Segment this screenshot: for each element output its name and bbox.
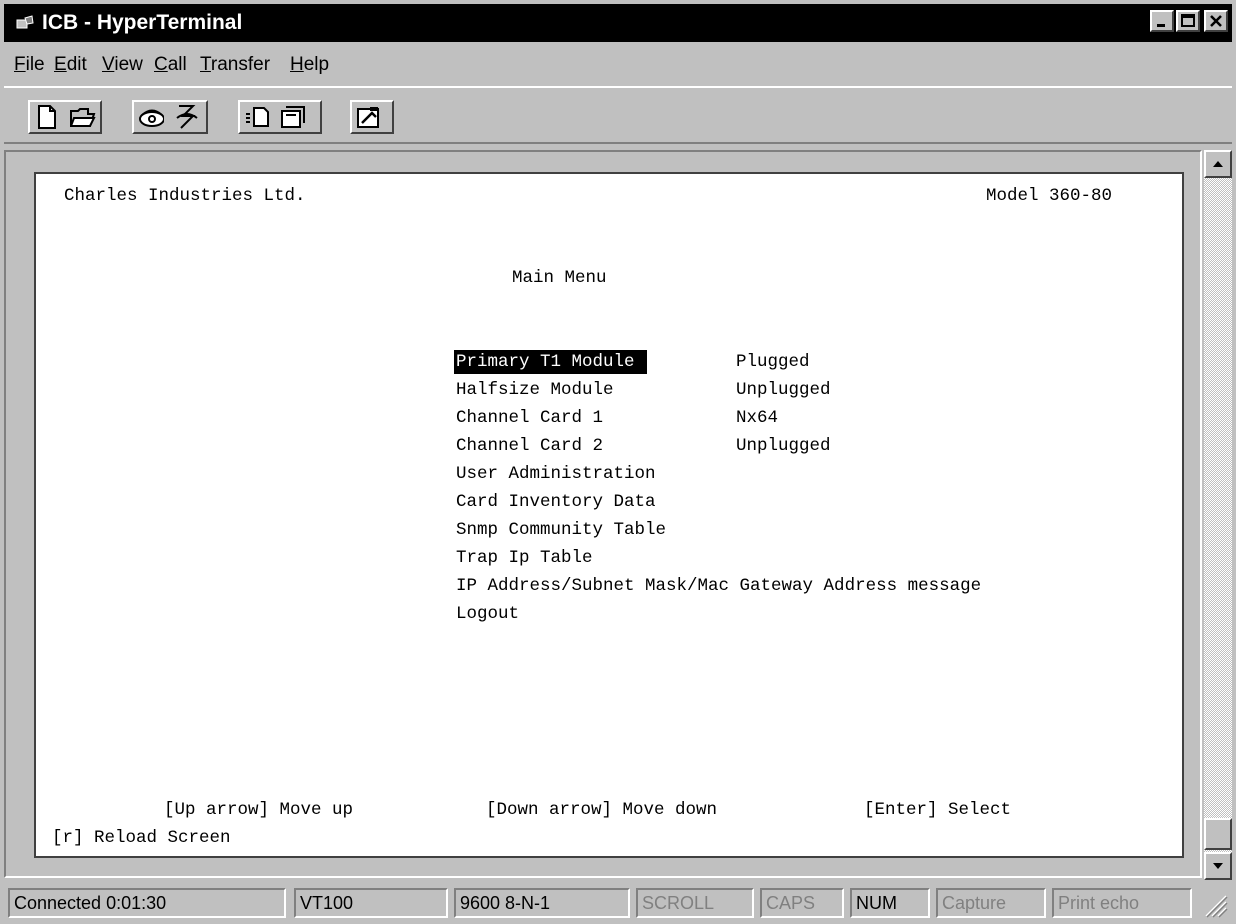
toolbar-group-properties: [350, 100, 394, 134]
scroll-up-button[interactable]: [1204, 150, 1232, 178]
menu-item-status: Plugged: [736, 352, 810, 372]
close-button[interactable]: [1204, 10, 1228, 32]
scroll-down-button[interactable]: [1204, 852, 1232, 880]
menu-file[interactable]: File: [14, 54, 45, 76]
status-caps: CAPS: [760, 888, 844, 918]
model-name: Model 360-80: [986, 186, 1113, 206]
help-move-up: [Up arrow] Move up: [164, 800, 354, 820]
toolbar-group-transfer: [238, 100, 322, 134]
help-reload: [r] Reload Screen: [52, 828, 231, 848]
status-num: NUM: [850, 888, 930, 918]
window-title: ICB - HyperTerminal: [42, 11, 243, 34]
menu-call[interactable]: Call: [154, 54, 187, 76]
toolbar: [4, 86, 1232, 144]
menu-title: Main Menu: [512, 268, 607, 288]
hyperterminal-app-icon[interactable]: [16, 15, 34, 31]
disconnect-icon[interactable]: [174, 104, 200, 130]
maximize-button[interactable]: [1176, 10, 1200, 32]
properties-icon[interactable]: [356, 104, 382, 130]
send-icon[interactable]: [244, 104, 270, 130]
menu-item-ip-address[interactable]: IP Address/Subnet Mask/Mac Gateway Addre…: [456, 574, 981, 598]
size-grip-icon[interactable]: [1200, 890, 1228, 918]
menu-item-channel-card-2[interactable]: Channel Card 2: [456, 434, 603, 458]
menu-item-halfsize[interactable]: Halfsize Module: [456, 378, 614, 402]
company-name: Charles Industries Ltd.: [64, 186, 306, 206]
help-move-down: [Down arrow] Move down: [486, 800, 718, 820]
menu-item-status: Nx64: [736, 408, 779, 428]
status-port-settings: 9600 8-N-1: [454, 888, 630, 918]
connect-icon[interactable]: [138, 104, 164, 130]
status-scroll: SCROLL: [636, 888, 754, 918]
menu-item-card-inventory[interactable]: Card Inventory Data: [456, 490, 656, 514]
toolbar-group-call: [132, 100, 208, 134]
menu-item-snmp-community[interactable]: Snmp Community Table: [456, 518, 666, 542]
menu-item-primary-t1[interactable]: Primary T1 Module: [454, 350, 648, 374]
menu-item-channel-card-1[interactable]: Channel Card 1: [456, 406, 603, 430]
help-select: [Enter] Select: [864, 800, 1012, 820]
title-bar[interactable]: ICB - HyperTerminal: [4, 4, 1232, 42]
menu-item-logout[interactable]: Logout: [456, 602, 519, 626]
new-icon[interactable]: [34, 104, 60, 130]
menu-item-status: Unplugged: [736, 380, 831, 400]
menu-item-user-administration[interactable]: User Administration: [456, 462, 656, 486]
menu-item-trap-ip[interactable]: Trap Ip Table: [456, 546, 593, 570]
status-bar: Connected 0:01:30 VT100 9600 8-N-1 SCROL…: [4, 884, 1232, 920]
menu-view[interactable]: View: [102, 54, 143, 76]
menu-transfer[interactable]: Transfer: [200, 54, 270, 76]
scroll-thumb[interactable]: [1204, 818, 1232, 850]
status-emulation: VT100: [294, 888, 448, 918]
menu-help[interactable]: Help: [290, 54, 329, 76]
status-connected: Connected 0:01:30: [8, 888, 286, 918]
status-print-echo: Print echo: [1052, 888, 1192, 918]
menu-edit[interactable]: Edit: [54, 54, 87, 76]
toolbar-group-file: [28, 100, 102, 134]
menu-bar: File Edit View Call Transfer Help: [4, 44, 1232, 84]
open-icon[interactable]: [70, 104, 96, 130]
vertical-scrollbar[interactable]: [1204, 150, 1232, 880]
receive-icon[interactable]: [280, 104, 306, 130]
minimize-button[interactable]: [1150, 10, 1174, 32]
status-capture: Capture: [936, 888, 1046, 918]
terminal-screen[interactable]: Charles Industries Ltd. Model 360-80 Mai…: [34, 172, 1184, 858]
menu-item-status: Unplugged: [736, 436, 831, 456]
